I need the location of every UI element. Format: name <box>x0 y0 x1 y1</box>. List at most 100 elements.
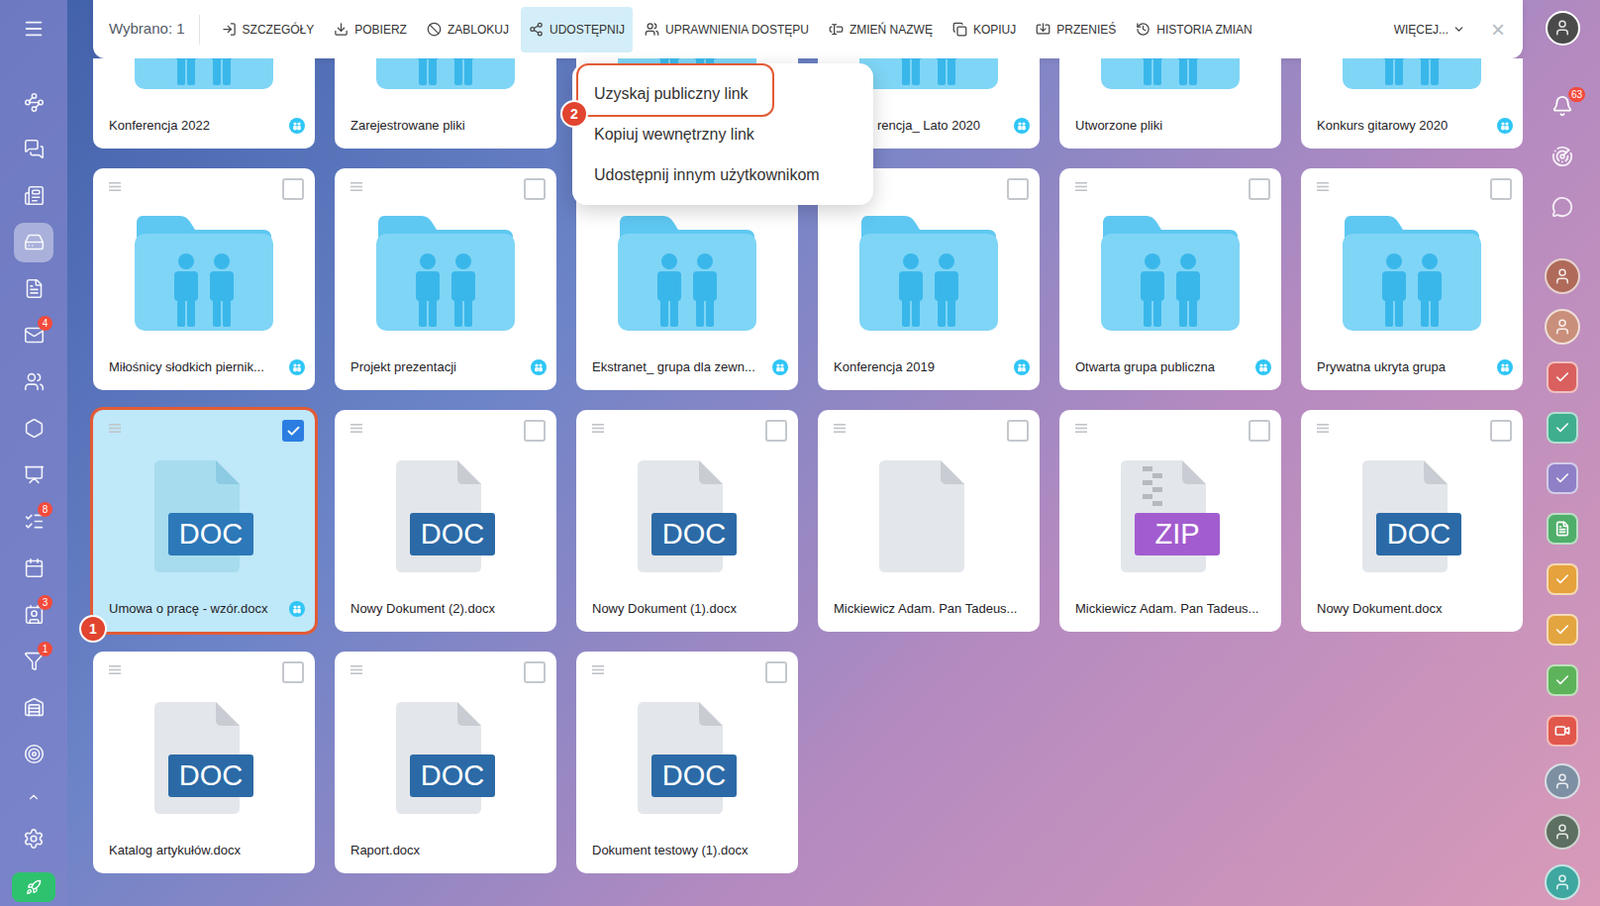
drag-handle-icon[interactable] <box>108 665 121 675</box>
file-card[interactable]: DOCKatalog artykułów.docx <box>93 651 315 874</box>
card-checkbox[interactable] <box>282 419 304 442</box>
profile-avatar[interactable] <box>1545 10 1581 46</box>
avatar[interactable] <box>1544 864 1581 900</box>
sidebar-item[interactable] <box>0 684 68 731</box>
drag-handle-icon[interactable] <box>1075 182 1088 192</box>
right-sidebar-item[interactable] <box>1544 755 1581 806</box>
collapse-button[interactable] <box>26 785 41 809</box>
sidebar-item[interactable] <box>0 544 68 592</box>
sidebar-item[interactable]: 3 <box>0 591 68 638</box>
sidebar-item[interactable] <box>0 79 68 126</box>
file-card[interactable]: DOCNowy Dokument.docx <box>1300 409 1523 632</box>
toolbar-action[interactable]: UPRAWNIENIA DOSTĘPU <box>636 6 817 53</box>
file-card[interactable]: DOCRaport.docx <box>334 651 557 874</box>
toolbar-action[interactable]: ZMIEŃ NAZWĘ <box>820 6 941 53</box>
right-sidebar-item[interactable] <box>1546 502 1579 554</box>
file-card[interactable]: DOCDokument testowy (1).docx <box>576 651 799 874</box>
chat-item[interactable] <box>1546 613 1579 646</box>
card-checkbox[interactable] <box>523 661 546 684</box>
sidebar-item[interactable]: 4 <box>0 311 68 359</box>
toolbar-action[interactable]: SZCZEGÓŁY <box>213 6 323 53</box>
chat-item[interactable] <box>1546 361 1579 394</box>
sidebar-item[interactable] <box>0 730 68 778</box>
right-sidebar-item[interactable] <box>1546 351 1579 402</box>
sidebar-item[interactable] <box>0 404 68 452</box>
drag-handle-icon[interactable] <box>350 423 363 433</box>
card-checkbox[interactable] <box>282 661 304 684</box>
right-sidebar-item[interactable] <box>1544 856 1581 906</box>
toolbar-action[interactable]: HISTORIA ZMIAN <box>1127 6 1260 53</box>
chat-item[interactable] <box>1546 462 1579 495</box>
sidebar-item[interactable] <box>0 265 68 312</box>
rocket-button[interactable] <box>11 872 56 902</box>
card-checkbox[interactable] <box>765 661 788 684</box>
avatar[interactable] <box>1544 763 1581 800</box>
chat-item[interactable] <box>1546 411 1579 444</box>
drag-handle-icon[interactable] <box>1316 423 1329 433</box>
card-checkbox[interactable] <box>523 419 546 442</box>
right-sidebar-item[interactable] <box>1546 704 1579 756</box>
sidebar-item[interactable]: 1 <box>0 637 68 685</box>
card-checkbox[interactable] <box>1248 419 1271 442</box>
sidebar-item[interactable]: 8 <box>0 498 68 545</box>
card-checkbox[interactable] <box>523 178 546 200</box>
chat-item[interactable] <box>1546 563 1579 596</box>
right-sidebar-item[interactable] <box>1544 805 1581 857</box>
file-card[interactable]: DOCNowy Dokument (2).docx <box>334 409 557 632</box>
drag-handle-icon[interactable] <box>350 182 363 192</box>
copilot-button[interactable] <box>1551 130 1574 182</box>
card-checkbox[interactable] <box>1490 178 1512 200</box>
right-sidebar-item[interactable] <box>1546 654 1579 705</box>
drag-handle-icon[interactable] <box>833 423 846 433</box>
right-sidebar-item[interactable] <box>1546 553 1579 604</box>
notifications-button[interactable]: 63 <box>1551 80 1574 131</box>
share-menu-item[interactable]: Uzyskaj publiczny link2 <box>572 73 874 114</box>
avatar[interactable] <box>1544 813 1581 850</box>
file-card[interactable]: Prywatna ukryta grupa <box>1300 168 1523 391</box>
chat-button[interactable] <box>1551 181 1574 232</box>
file-card[interactable]: Konferencja 2022 <box>93 58 315 149</box>
right-sidebar-item[interactable] <box>1546 401 1579 453</box>
right-sidebar-item[interactable] <box>1544 300 1581 352</box>
toolbar-action[interactable]: POBIERZ <box>325 6 415 53</box>
toolbar-action[interactable]: PRZENIEŚ <box>1027 6 1124 53</box>
right-sidebar-item[interactable] <box>1546 603 1579 655</box>
file-card[interactable]: DOCNowy Dokument (1).docx <box>576 409 799 632</box>
card-checkbox[interactable] <box>1006 419 1029 442</box>
drag-handle-icon[interactable] <box>592 665 604 675</box>
file-card[interactable]: DOCUmowa o pracę - wzór.docx1 <box>93 409 315 632</box>
file-card[interactable]: Otwarta grupa publiczna <box>1059 168 1282 391</box>
right-sidebar-item[interactable] <box>1544 250 1581 301</box>
sidebar-item[interactable] <box>0 451 68 499</box>
close-button[interactable]: × <box>1485 15 1511 44</box>
share-menu-item[interactable]: Udostępnij innym użytkownikom <box>572 154 874 196</box>
share-menu-item[interactable]: Kopiuj wewnętrzny link <box>572 113 874 155</box>
file-card[interactable]: Utworzone pliki <box>1059 58 1282 149</box>
drag-handle-icon[interactable] <box>592 423 604 433</box>
file-card[interactable]: Projekt prezentacji <box>334 168 557 391</box>
file-card[interactable]: Miłośnicy słodkich piernik... <box>93 168 315 391</box>
file-card[interactable]: Mickiewicz Adam. Pan Tadeus... <box>817 409 1040 632</box>
right-sidebar-item[interactable] <box>1546 452 1579 503</box>
card-checkbox[interactable] <box>1248 178 1271 200</box>
sidebar-item[interactable] <box>0 125 68 173</box>
file-card[interactable]: ZIPMickiewicz Adam. Pan Tadeus... <box>1059 409 1282 632</box>
chat-item[interactable] <box>1546 714 1579 747</box>
drag-handle-icon[interactable] <box>350 665 363 675</box>
file-card[interactable]: Konkurs gitarowy 2020 <box>1300 58 1523 149</box>
card-checkbox[interactable] <box>1006 178 1029 200</box>
file-card[interactable]: Zarejestrowane pliki <box>334 58 557 149</box>
chat-item[interactable] <box>1546 512 1579 545</box>
drag-handle-icon[interactable] <box>1075 423 1088 433</box>
avatar[interactable] <box>1544 258 1581 295</box>
sidebar-item[interactable] <box>0 218 68 266</box>
card-checkbox[interactable] <box>282 178 304 200</box>
card-checkbox[interactable] <box>765 419 788 442</box>
chat-item[interactable] <box>1546 664 1579 697</box>
toolbar-action[interactable]: KOPIUJ <box>944 6 1024 53</box>
avatar[interactable] <box>1544 308 1581 345</box>
drag-handle-icon[interactable] <box>108 423 121 433</box>
sidebar-item[interactable] <box>0 358 68 405</box>
sidebar-item[interactable] <box>0 172 68 219</box>
drag-handle-icon[interactable] <box>108 182 121 192</box>
